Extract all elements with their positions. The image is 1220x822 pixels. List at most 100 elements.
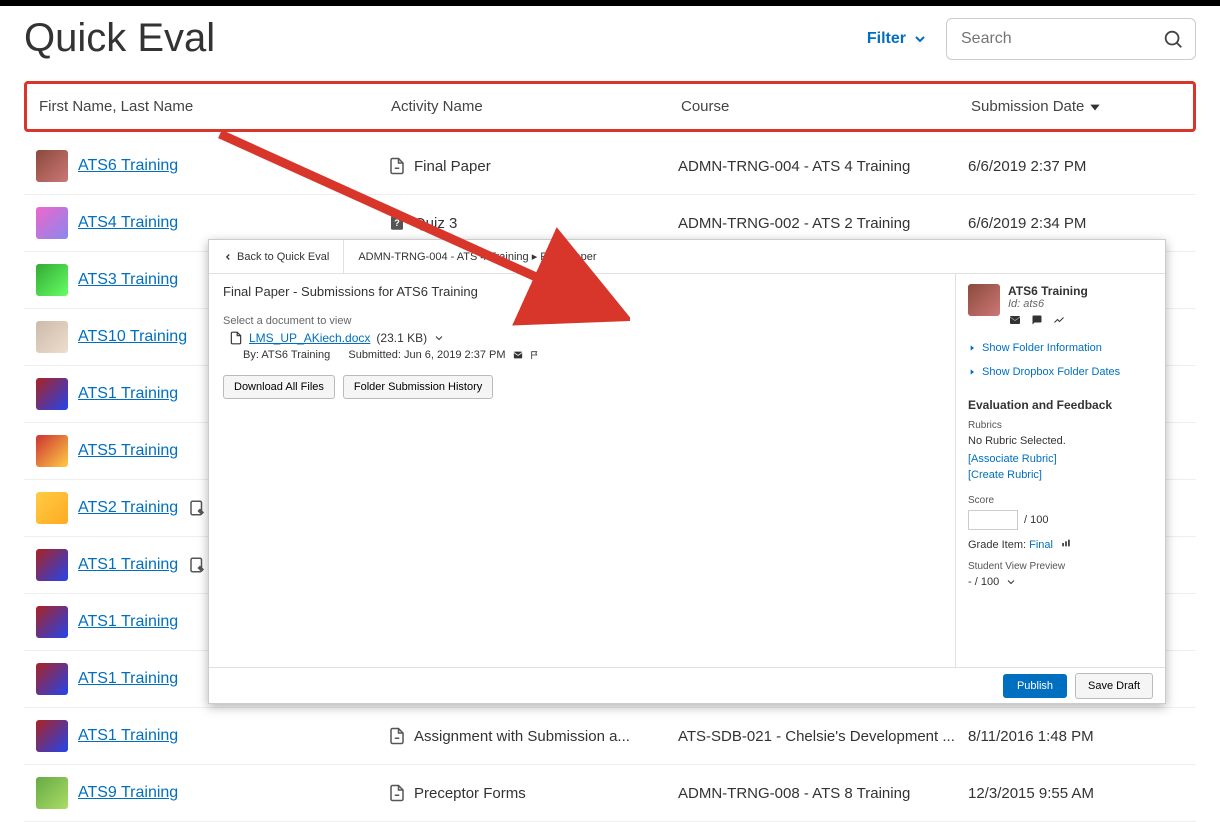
save-draft-button[interactable]: Save Draft [1075, 673, 1153, 699]
table-row[interactable]: ATS1 Training Assignment with Submission… [24, 708, 1196, 765]
column-date[interactable]: Submission Date [971, 98, 1185, 115]
show-folder-info[interactable]: Show Folder Information [968, 336, 1153, 360]
search-input[interactable] [946, 18, 1196, 60]
create-rubric-link[interactable]: [Create Rubric] [968, 469, 1153, 481]
document-icon [229, 331, 243, 345]
quiz-icon: ? [388, 214, 406, 232]
student-name-link[interactable]: ATS1 Training [78, 385, 178, 403]
submitted-by: By: ATS6 Training [243, 349, 330, 361]
score-label: Score [968, 495, 1153, 506]
page-title: Quick Eval [24, 16, 215, 61]
avatar [36, 207, 68, 239]
grade-item-link[interactable]: Final [1029, 539, 1053, 551]
submission-date: 6/6/2019 2:37 PM [968, 158, 1086, 175]
column-name[interactable]: First Name, Last Name [35, 98, 391, 115]
filter-dropdown[interactable]: Filter [867, 30, 928, 48]
mail-icon[interactable] [512, 350, 524, 360]
triangle-right-icon [968, 344, 976, 352]
back-to-quick-eval[interactable]: Back to Quick Eval [209, 240, 344, 273]
column-course[interactable]: Course [681, 98, 971, 115]
course-name: ADMN-TRNG-002 - ATS 2 Training [678, 215, 910, 232]
rubrics-label: Rubrics [968, 420, 1153, 431]
avatar [36, 378, 68, 410]
submission-date: 6/6/2019 2:34 PM [968, 215, 1086, 232]
assignment-icon [388, 157, 406, 175]
no-rubric-text: No Rubric Selected. [968, 435, 1153, 447]
course-name: ADMN-TRNG-008 - ATS 8 Training [678, 785, 910, 802]
chevron-left-icon [223, 252, 233, 262]
score-input[interactable] [968, 510, 1018, 530]
side-user-id: Id: ats6 [1008, 298, 1088, 310]
panel-title: Final Paper - Submissions for ATS6 Train… [223, 284, 941, 299]
student-name-link[interactable]: ATS1 Training [78, 670, 178, 688]
column-date-label: Submission Date [971, 98, 1084, 115]
back-label: Back to Quick Eval [237, 251, 329, 263]
activity-name: Preceptor Forms [414, 785, 526, 802]
svg-text:?: ? [394, 218, 400, 228]
course-name: ADMN-TRNG-004 - ATS 4 Training [678, 158, 910, 175]
document-link[interactable]: LMS_UP_AKiech.docx [249, 331, 370, 345]
table-header: First Name, Last Name Activity Name Cour… [24, 81, 1196, 132]
table-row[interactable]: ATS6 Training Final Paper ADMN-TRNG-004 … [24, 138, 1196, 195]
avatar [36, 606, 68, 638]
download-all-files-button[interactable]: Download All Files [223, 375, 335, 399]
column-activity[interactable]: Activity Name [391, 98, 681, 115]
sort-desc-icon [1088, 100, 1102, 114]
student-name-link[interactable]: ATS3 Training [78, 271, 178, 289]
avatar [968, 284, 1000, 316]
submission-viewer-panel: Back to Quick Eval ADMN-TRNG-004 - ATS 4… [208, 239, 1166, 704]
triangle-right-icon [968, 368, 976, 376]
associate-rubric-link[interactable]: [Associate Rubric] [968, 453, 1153, 465]
assignment-icon [388, 727, 406, 745]
chevron-down-icon[interactable] [433, 332, 445, 344]
chat-icon[interactable] [1030, 314, 1044, 326]
student-view-label: Student View Preview [968, 561, 1153, 572]
flag-icon[interactable] [530, 350, 540, 360]
avatar [36, 321, 68, 353]
edit-icon [188, 499, 206, 517]
student-name-link[interactable]: ATS5 Training [78, 442, 178, 460]
student-name-link[interactable]: ATS1 Training [78, 556, 178, 574]
submission-date: 12/3/2015 9:55 AM [968, 785, 1094, 802]
student-name-link[interactable]: ATS10 Training [78, 328, 187, 346]
filter-label: Filter [867, 30, 906, 48]
progress-icon[interactable] [1052, 314, 1066, 326]
preview-value: - / 100 [968, 576, 999, 588]
submitted-date: Submitted: Jun 6, 2019 2:37 PM [348, 349, 505, 361]
avatar [36, 777, 68, 809]
activity-name: Assignment with Submission a... [414, 728, 630, 745]
side-user-name: ATS6 Training [1008, 284, 1088, 298]
folder-submission-history-button[interactable]: Folder Submission History [343, 375, 493, 399]
avatar [36, 663, 68, 695]
mail-icon[interactable] [1008, 314, 1022, 326]
score-max: / 100 [1024, 514, 1048, 526]
avatar [36, 150, 68, 182]
assignment-icon [388, 784, 406, 802]
avatar [36, 720, 68, 752]
avatar [36, 264, 68, 296]
student-name-link[interactable]: ATS4 Training [78, 214, 178, 232]
student-name-link[interactable]: ATS6 Training [78, 157, 178, 175]
activity-name: Quiz 3 [414, 215, 457, 232]
table-row[interactable]: ATS9 Training Preceptor Forms ADMN-TRNG-… [24, 765, 1196, 822]
grade-item-label: Grade Item: [968, 539, 1029, 551]
course-name: ATS-SDB-021 - Chelsie's Development ... [678, 728, 955, 745]
student-name-link[interactable]: ATS1 Training [78, 613, 178, 631]
edit-icon [188, 556, 206, 574]
avatar [36, 549, 68, 581]
breadcrumb: ADMN-TRNG-004 - ATS 4 Training ▸ Final P… [344, 250, 610, 263]
eval-feedback-header: Evaluation and Feedback [968, 398, 1153, 412]
student-name-link[interactable]: ATS2 Training [78, 499, 178, 517]
chevron-down-icon [912, 31, 928, 47]
publish-button[interactable]: Publish [1003, 674, 1067, 698]
select-document-label: Select a document to view [223, 315, 941, 327]
chevron-down-icon[interactable] [1005, 576, 1017, 588]
search-icon[interactable] [1162, 28, 1184, 53]
bar-chart-icon[interactable] [1060, 538, 1072, 548]
student-name-link[interactable]: ATS9 Training [78, 784, 178, 802]
show-dropbox-dates[interactable]: Show Dropbox Folder Dates [968, 360, 1153, 384]
student-name-link[interactable]: ATS1 Training [78, 727, 178, 745]
document-size: (23.1 KB) [376, 331, 427, 345]
avatar [36, 435, 68, 467]
submission-date: 8/11/2016 1:48 PM [968, 728, 1094, 745]
